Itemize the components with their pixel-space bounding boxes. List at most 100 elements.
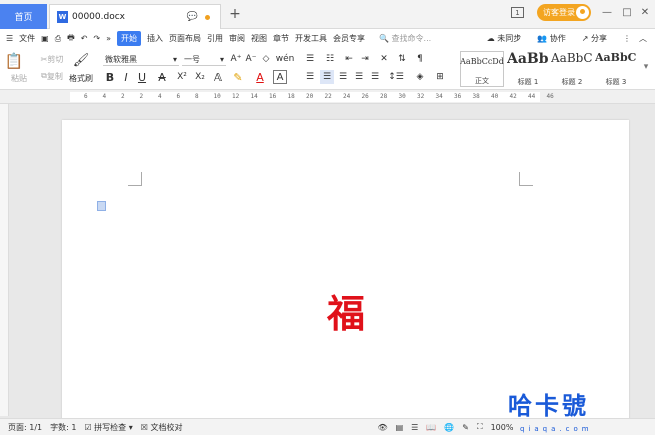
font-color-icon[interactable]: A — [253, 70, 267, 84]
paste-icon[interactable]: 📋 — [5, 51, 24, 71]
style-heading-2[interactable]: AaBbC 标题 2 — [551, 51, 593, 87]
proofread-label: 文档校对 — [150, 422, 183, 432]
cut-button[interactable]: ✂ 剪切 — [34, 53, 70, 65]
style-heading-1[interactable]: AaBb 标题 1 — [507, 51, 549, 87]
bullet-list-icon[interactable]: ☰ — [302, 52, 318, 65]
show-marks-icon[interactable]: ¶ — [413, 52, 427, 65]
site-watermark-logo: 哈卡號 — [508, 392, 589, 420]
minimize-button[interactable]: — — [600, 5, 614, 19]
shading-icon[interactable]: ◈ — [412, 70, 428, 84]
more-options-icon[interactable]: ⋮ — [623, 34, 631, 43]
numbered-list-icon[interactable]: ☷ — [322, 52, 338, 65]
sort-icon[interactable]: ⇅ — [395, 52, 409, 65]
menu-tab-start[interactable]: 开始 — [117, 31, 142, 46]
format-painter-icon[interactable]: 🖌 — [70, 51, 92, 69]
command-search-input[interactable]: 🔍 查找命令... — [379, 33, 431, 44]
document-tab[interactable]: W 00000.docx 💬 — [49, 4, 221, 29]
italic-button[interactable]: I — [120, 70, 132, 84]
menu-file[interactable]: 文件 — [19, 33, 35, 44]
clear-format-icon[interactable]: ◇ — [260, 52, 272, 65]
window-count-icon[interactable]: 1 — [511, 7, 524, 18]
print-icon[interactable]: 🖶 — [67, 32, 75, 46]
menu-tab-view[interactable]: 视图 — [251, 33, 267, 44]
menu-tab-chapter[interactable]: 章节 — [273, 33, 289, 44]
subscript-button[interactable]: X₂ — [193, 70, 207, 84]
paste-button[interactable]: 粘贴 — [6, 72, 32, 84]
read-view-icon[interactable]: 📖 — [426, 423, 436, 432]
line-spacing-icon[interactable]: ↕☰ — [387, 70, 405, 84]
bold-button[interactable]: B — [104, 70, 116, 84]
document-text[interactable]: 福 — [327, 283, 365, 338]
redo-icon[interactable]: ↷ — [93, 34, 100, 43]
menu-tab-review[interactable]: 审阅 — [229, 33, 245, 44]
document-page[interactable]: 福 — [62, 120, 629, 420]
ruler-number: 28 — [380, 93, 388, 100]
styles-dropdown-icon[interactable]: ▾ — [640, 60, 652, 74]
comment-icon[interactable]: 💬 — [187, 12, 198, 22]
eye-protection-icon[interactable]: 👁 — [377, 423, 387, 432]
underline-button[interactable]: U — [136, 70, 148, 84]
spell-check-button[interactable]: ☑ 拼写检查 ▾ — [84, 422, 132, 433]
menu-bar: ☰ 文件 ▣ ⎙ 🖶 ↶ ↷ » 开始 插入 页面布局 引用 审阅 视图 章节 … — [0, 29, 655, 48]
align-justify-icon[interactable]: ☰ — [352, 70, 366, 84]
maximize-button[interactable]: □ — [620, 5, 634, 19]
highlight-icon[interactable]: ✎ — [231, 70, 245, 84]
sync-button[interactable]: ☁ 未同步 — [487, 33, 530, 44]
menu-tab-member[interactable]: 会员专享 — [333, 33, 365, 44]
style-normal[interactable]: AaBbCcDd 正文 — [460, 51, 504, 87]
shrink-font-icon[interactable]: A⁻ — [245, 52, 257, 65]
increase-indent-icon[interactable]: ⇥ — [358, 52, 372, 65]
distribute-icon[interactable]: ☰ — [368, 70, 382, 84]
login-button[interactable]: 访客登录 — [537, 4, 591, 21]
style-heading-3[interactable]: AaBbC 标题 3 — [595, 51, 637, 87]
grow-font-icon[interactable]: A⁺ — [230, 52, 242, 65]
chinese-layout-icon[interactable]: ✕ — [377, 52, 391, 65]
new-tab-button[interactable]: + — [226, 5, 244, 23]
collab-button[interactable]: 👥 协作 — [537, 33, 574, 44]
page-view-icon[interactable]: ▤ — [396, 423, 404, 432]
spell-check-label: 拼写检查 — [94, 422, 127, 432]
web-view-icon[interactable]: 🌐 — [444, 423, 454, 432]
fit-page-icon[interactable]: ⛶ — [477, 422, 483, 432]
undo-icon[interactable]: ↶ — [81, 34, 88, 43]
copy-button[interactable]: ⧉ 复制 — [34, 70, 70, 82]
word-count[interactable]: 字数: 1 — [50, 422, 76, 433]
proofread-button[interactable]: ☒ 文档校对 — [141, 422, 183, 433]
menu-tab-references[interactable]: 引用 — [207, 33, 223, 44]
strikethrough-button[interactable]: A — [156, 70, 168, 84]
vertical-ruler — [0, 104, 9, 416]
decrease-indent-icon[interactable]: ⇤ — [342, 52, 356, 65]
copy-label: 复制 — [46, 71, 63, 81]
style-heading-3-label: 标题 3 — [605, 78, 627, 86]
char-border-icon[interactable]: A — [273, 70, 287, 84]
text-effect-icon[interactable]: 𝔸 — [211, 70, 225, 84]
phonetic-guide-icon[interactable]: wén — [276, 52, 295, 65]
more-icon[interactable]: » — [106, 34, 111, 43]
outline-view-icon[interactable]: ☰ — [411, 423, 418, 432]
menu-tab-layout[interactable]: 页面布局 — [169, 33, 201, 44]
word-doc-icon: W — [57, 11, 68, 23]
format-painter-button[interactable]: 格式刷 — [66, 72, 96, 84]
paragraph-layout-icon[interactable] — [97, 201, 106, 211]
print-preview-icon[interactable]: ⎙ — [55, 34, 61, 44]
font-name-select[interactable]: 微软雅黑 ▾ — [103, 53, 179, 66]
share-button[interactable]: ↗ 分享 — [582, 33, 615, 44]
superscript-button[interactable]: X² — [175, 70, 189, 84]
page-count[interactable]: 页面: 1/1 — [8, 422, 42, 433]
hamburger-menu-icon[interactable]: ☰ — [6, 34, 13, 43]
font-size-select[interactable]: 一号 ▾ — [182, 53, 226, 66]
align-center-icon[interactable]: ☰ — [320, 70, 334, 84]
zoom-level[interactable]: 100% — [491, 423, 514, 432]
align-right-icon[interactable]: ☰ — [336, 70, 350, 84]
unsaved-dot-icon — [205, 15, 210, 20]
write-mode-icon[interactable]: ✎ — [462, 423, 469, 432]
ruler-number: 12 — [232, 93, 240, 100]
close-button[interactable]: ✕ — [638, 5, 652, 19]
menu-tab-developer[interactable]: 开发工具 — [295, 33, 327, 44]
align-left-icon[interactable]: ☰ — [303, 70, 317, 84]
menu-tab-insert[interactable]: 插入 — [147, 33, 163, 44]
borders-icon[interactable]: ⊞ — [432, 70, 448, 84]
collapse-ribbon-icon[interactable]: ︿ — [639, 33, 647, 44]
home-tab[interactable]: 首页 — [0, 4, 47, 29]
save-icon[interactable]: ▣ — [41, 34, 49, 43]
